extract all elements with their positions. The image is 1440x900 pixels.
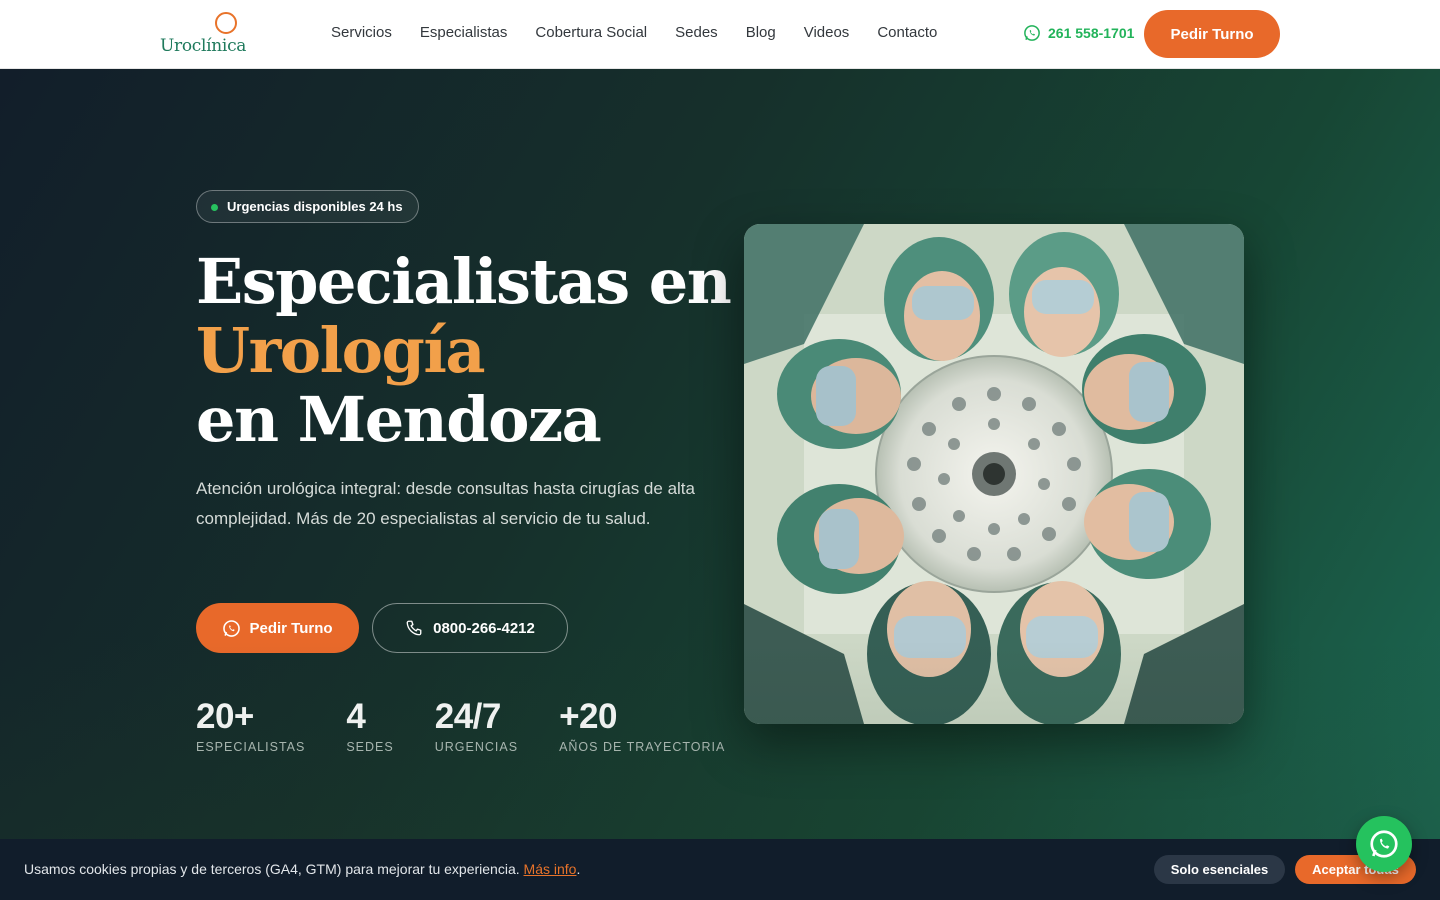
nav-especialistas[interactable]: Especialistas [420, 24, 508, 41]
badge-label: Urgencias disponibles 24 hs [227, 199, 403, 214]
hero-title-line3: en Mendoza [196, 383, 602, 456]
header-pedir-turno-button[interactable]: Pedir Turno [1144, 10, 1280, 58]
stat-value: 20+ [196, 697, 254, 736]
cookie-text: Usamos cookies propias y de terceros (GA… [24, 861, 580, 877]
hero-title-accent: Urología [196, 314, 486, 387]
hero-surgeons-image [744, 224, 1244, 724]
logo-ring-icon [215, 12, 237, 34]
nav-videos[interactable]: Videos [804, 24, 850, 41]
stat-label: ESPECIALISTAS [196, 740, 306, 754]
hero-title-line1: Especialistas en [196, 245, 732, 318]
stat-value: 24/7 [434, 697, 502, 736]
nav-servicios[interactable]: Servicios [331, 24, 392, 41]
stat-label: SEDES [346, 740, 394, 754]
hero-pedir-turno-button[interactable]: Pedir Turno [196, 603, 359, 653]
whatsapp-icon [1370, 830, 1398, 858]
stats-row: 20+ ESPECIALISTAS 4 SEDES 24/7 URGENCIAS… [196, 697, 766, 754]
hero-pedir-turno-label: Pedir Turno [249, 619, 333, 637]
stat-especialistas: 20+ ESPECIALISTAS [196, 697, 305, 754]
urgencias-badge: Urgencias disponibles 24 hs [196, 190, 419, 223]
logo-text: Uroclínica [160, 36, 247, 56]
hero-phone-button[interactable]: 0800-266-4212 [372, 603, 568, 653]
whatsapp-icon [1024, 25, 1040, 41]
cookie-banner: Usamos cookies propias y de terceros (GA… [0, 839, 1440, 900]
whatsapp-icon [223, 619, 241, 637]
hero-phone-number: 0800-266-4212 [433, 619, 535, 637]
nav-blog[interactable]: Blog [746, 24, 776, 41]
main-nav: Servicios Especialistas Cobertura Social… [331, 24, 965, 41]
hero-section: Urgencias disponibles 24 hs Especialista… [0, 69, 1440, 900]
header-phone-link[interactable]: 261 558-1701 [1023, 24, 1134, 42]
stat-label: AÑOS DE TRAYECTORIA [559, 740, 726, 754]
stat-value: 4 [346, 697, 366, 736]
hero-lead: Atención urológica integral: desde consu… [196, 479, 695, 528]
cookie-period: . [576, 861, 581, 877]
stat-urgencias: 24/7 URGENCIAS [435, 697, 518, 754]
nav-contacto[interactable]: Contacto [877, 24, 937, 41]
cookie-more-info-link[interactable]: Más info [524, 861, 577, 877]
whatsapp-float-button[interactable] [1356, 816, 1412, 872]
cookie-essentials-button[interactable]: Solo esenciales [1154, 855, 1285, 884]
phone-icon [406, 620, 422, 636]
logo[interactable]: Uroclínica [160, 10, 250, 60]
status-dot-icon [211, 204, 218, 211]
surgeons-illustration [744, 224, 1244, 724]
stat-value: +20 [559, 697, 617, 736]
cookie-message: Usamos cookies propias y de terceros (GA… [24, 861, 520, 877]
hero-title: Especialistas en Urología en Mendoza [196, 245, 732, 456]
stat-sedes: 4 SEDES [346, 697, 393, 754]
stat-trayectoria: +20 AÑOS DE TRAYECTORIA [559, 697, 725, 754]
nav-sedes[interactable]: Sedes [675, 24, 718, 41]
header-phone-number: 261 558-1701 [1048, 25, 1135, 41]
site-header: Uroclínica Servicios Especialistas Cober… [0, 0, 1440, 69]
nav-cobertura-social[interactable]: Cobertura Social [535, 24, 647, 41]
stat-label: URGENCIAS [434, 740, 519, 754]
